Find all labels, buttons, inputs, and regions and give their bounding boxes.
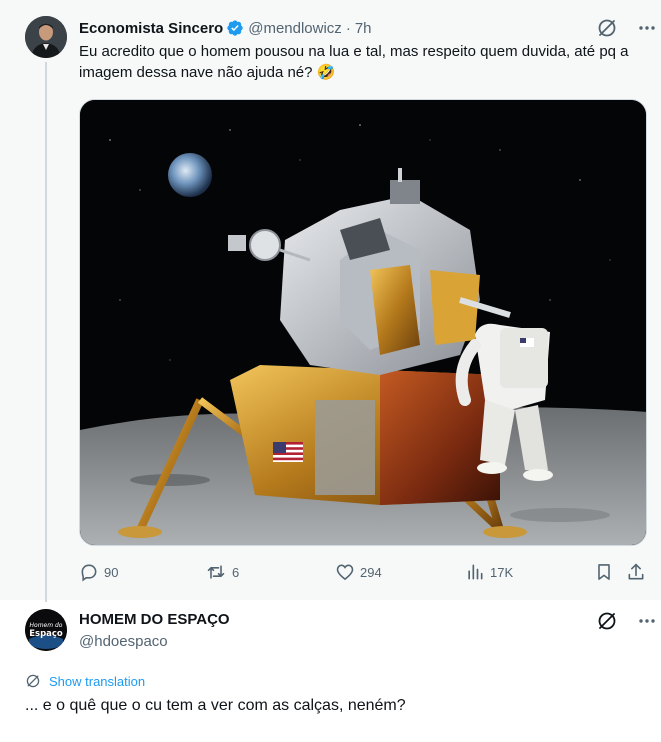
avatar-logo-text-top: Homem do	[30, 622, 63, 629]
avatar-logo-text-bottom: Espaço	[29, 629, 63, 639]
reply-count: 90	[104, 564, 119, 580]
reply-icon	[81, 564, 97, 582]
show-translation-label[interactable]: Show translation	[49, 674, 145, 689]
author-handle[interactable]: @mendlowicz	[248, 20, 342, 37]
retweet-button[interactable]: 6	[205, 562, 239, 582]
reply-top-icons	[597, 611, 657, 631]
reply-author-avatar[interactable]: Homem do Espaço	[25, 609, 67, 651]
us-flag	[273, 442, 303, 462]
tweet-header: Economista Sincero @mendlowicz · 7h	[79, 17, 372, 39]
thread-line	[45, 62, 47, 602]
like-button[interactable]: 294	[335, 562, 382, 582]
translate-icon	[26, 674, 40, 688]
more-icon[interactable]	[637, 18, 657, 38]
reply-button[interactable]: 90	[79, 562, 118, 582]
verified-icon	[227, 20, 243, 36]
reply-text: ... e o quê que o cu tem a ver com as ca…	[25, 697, 406, 714]
tweet-time[interactable]: 7h	[355, 20, 372, 37]
tweet-media-image[interactable]	[79, 99, 647, 546]
more-icon[interactable]	[637, 611, 657, 631]
bookmark-button[interactable]	[594, 562, 619, 582]
author-name[interactable]: Economista Sincero	[79, 20, 223, 37]
grok-icon[interactable]	[597, 611, 617, 631]
share-button[interactable]	[626, 562, 651, 582]
tweet-actions: 90 6 294 17K	[79, 562, 647, 584]
retweet-count: 6	[232, 564, 240, 580]
views-count: 17K	[490, 564, 514, 580]
tweet-top-icons	[597, 18, 657, 38]
show-translation-link[interactable]: Show translation	[25, 673, 145, 689]
tweet-text: Eu acredito que o homem pousou na lua e …	[79, 43, 629, 81]
like-icon	[336, 564, 354, 581]
reply-author-handle[interactable]: @hdoespaco	[79, 633, 168, 650]
retweet-icon	[207, 565, 225, 579]
separator-dot: ·	[345, 19, 351, 37]
earth	[168, 153, 212, 197]
reply-author-name[interactable]: HOMEM DO ESPAÇO	[79, 611, 230, 628]
views-button[interactable]: 17K	[465, 562, 513, 582]
bookmark-icon	[598, 564, 610, 580]
author-avatar[interactable]	[25, 16, 67, 58]
views-icon	[468, 564, 483, 580]
like-count: 294	[360, 564, 382, 580]
grok-icon[interactable]	[597, 18, 617, 38]
share-icon	[628, 563, 644, 580]
